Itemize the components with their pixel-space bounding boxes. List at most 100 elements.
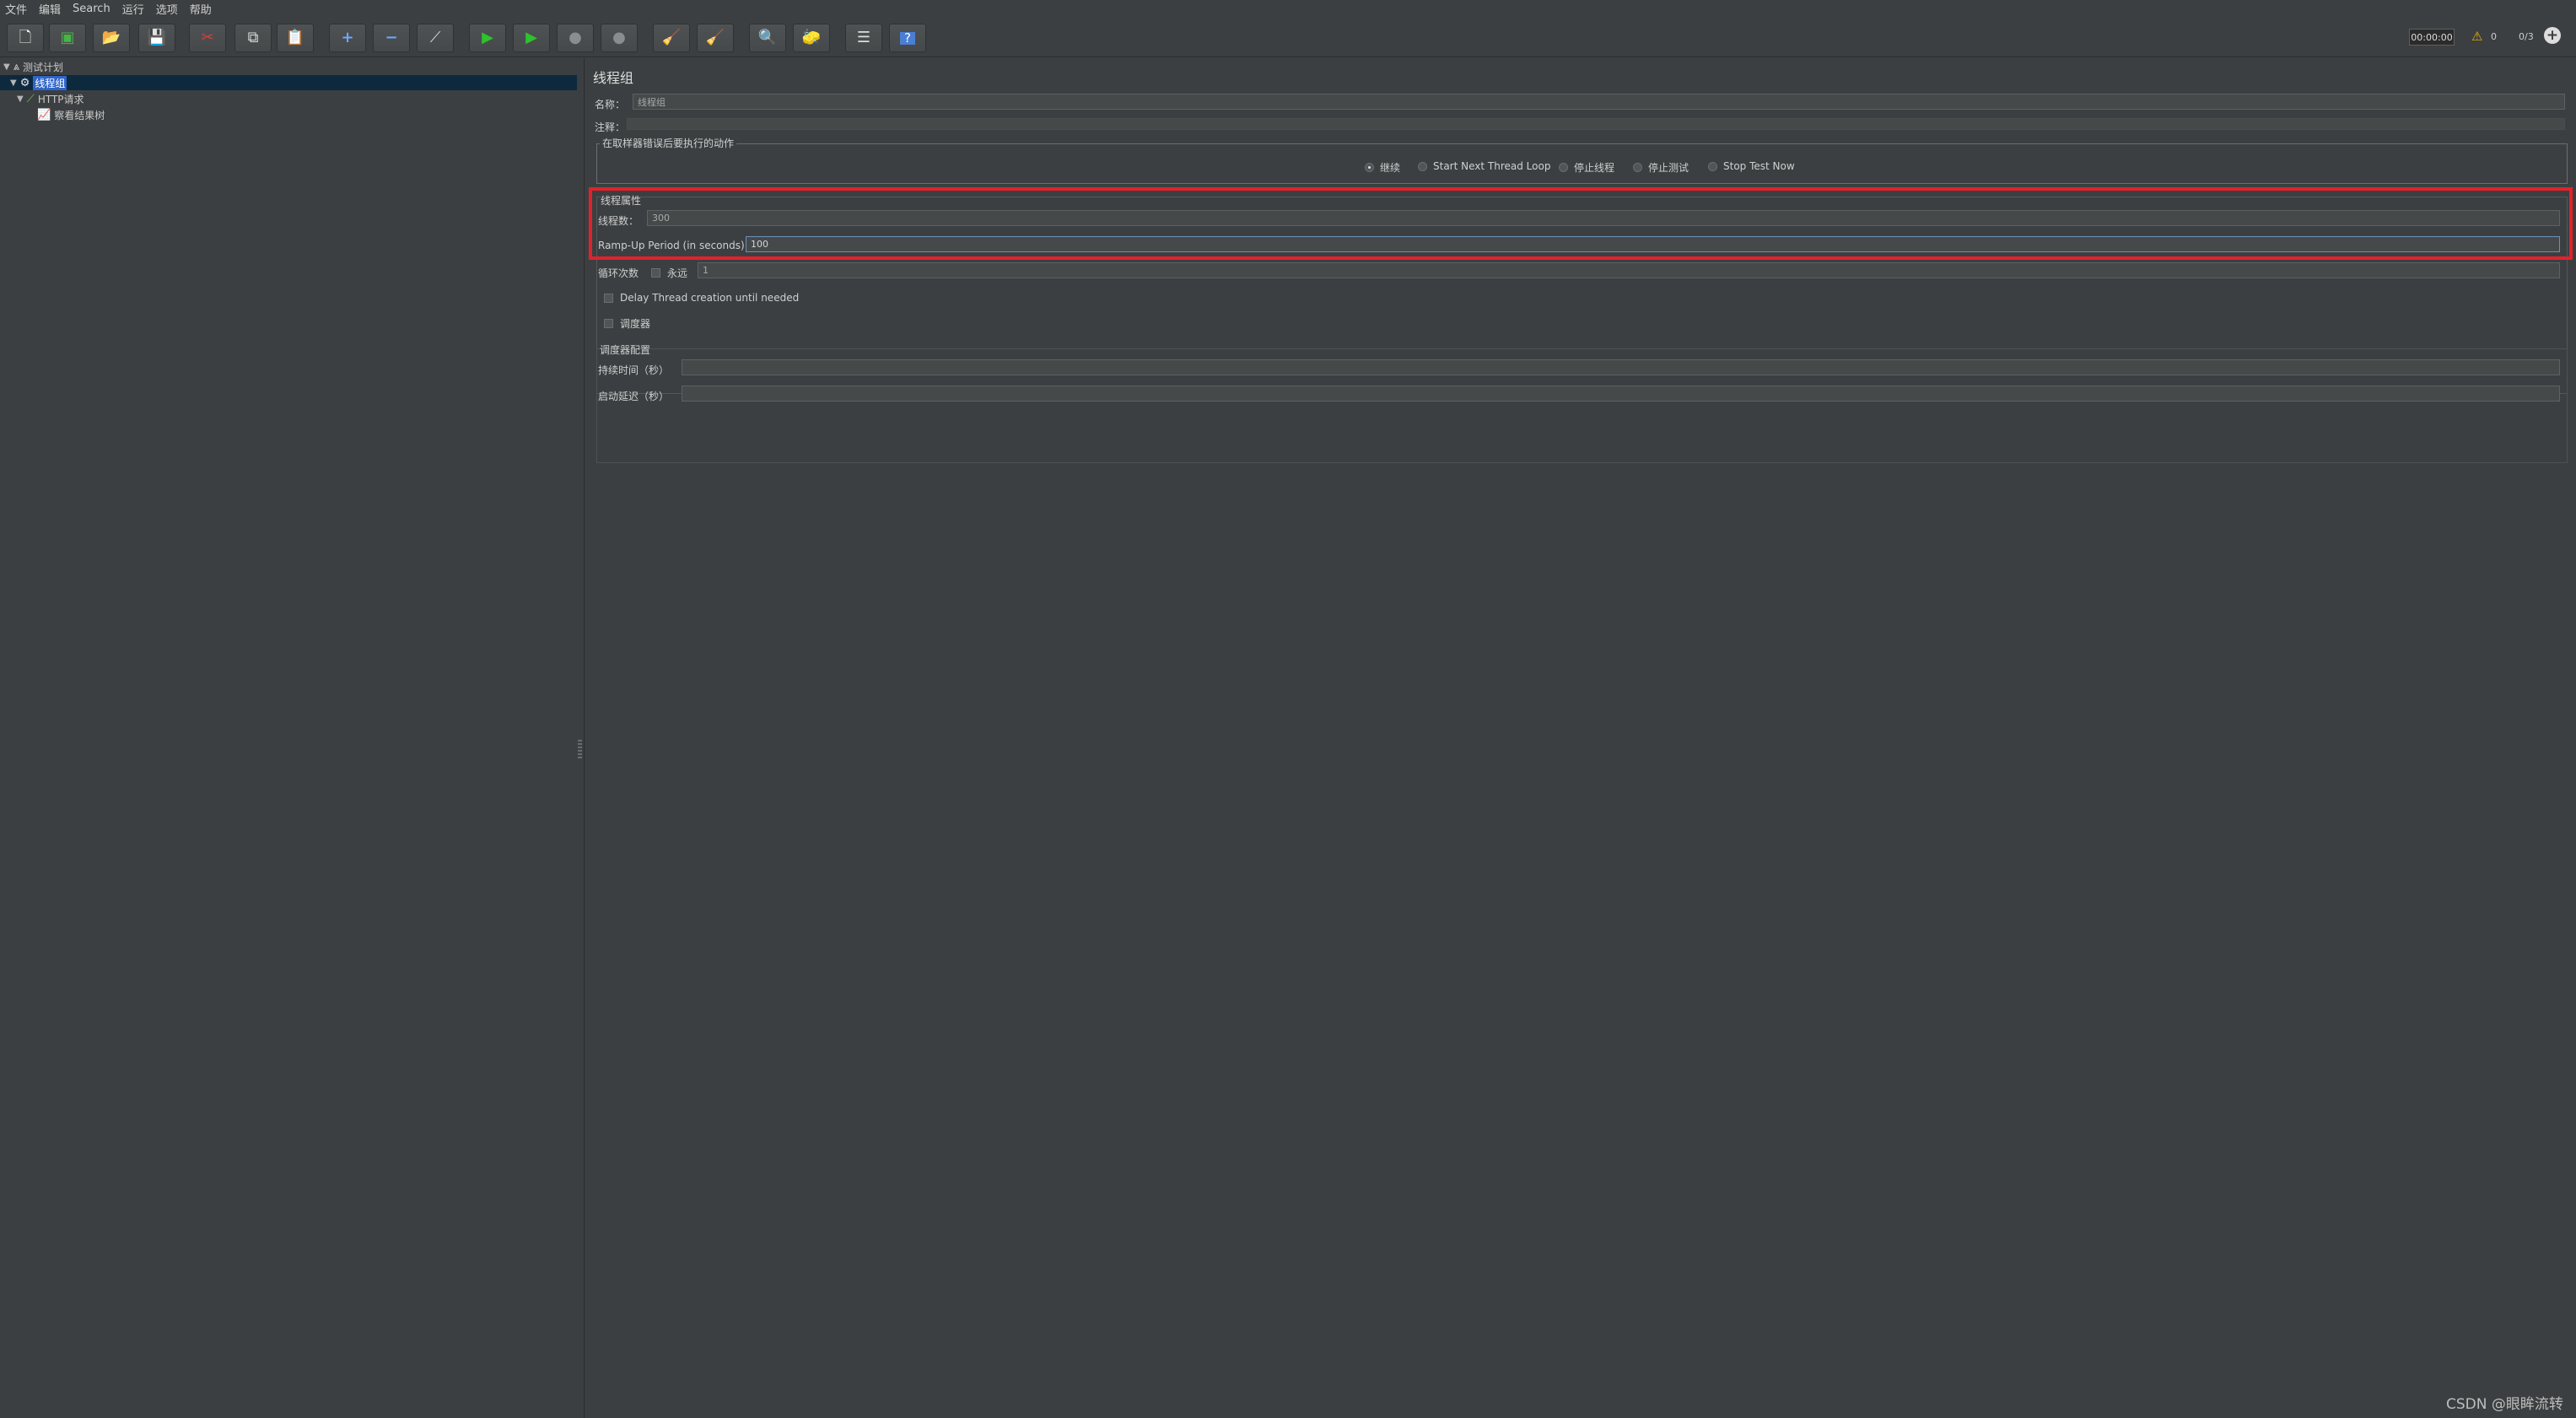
startup-delay-field[interactable] — [682, 386, 2560, 402]
rampup-label: Ramp-Up Period (in seconds): — [598, 240, 748, 251]
checkbox-box — [604, 293, 613, 303]
radio-label: Start Next Thread Loop — [1433, 160, 1551, 172]
expand-icon: + — [341, 29, 354, 46]
clear-all-button[interactable]: 🧹 — [697, 24, 734, 52]
delay-thread-creation-checkbox[interactable]: Delay Thread creation until needed — [604, 292, 799, 304]
tree-node-label: 线程组 — [33, 75, 67, 90]
tree-node-test-plan[interactable]: ▼ ⩓ 测试计划 — [3, 59, 63, 74]
duration-label: 持续时间（秒） — [598, 364, 670, 376]
action-continue-radio[interactable]: 继续 — [1365, 160, 1400, 175]
function-helper-button[interactable]: ☰ — [845, 24, 882, 52]
stop-button[interactable]: ● — [557, 24, 594, 52]
copy-button[interactable]: ⧉ — [234, 24, 272, 52]
test-plan-tree: ▼ ⩓ 测试计划 ▼ ⚙ 线程组 ▼ ⟋ HTTP请求 📈 察看结果树 — [0, 58, 578, 1418]
open-icon: 📂 — [101, 29, 121, 46]
function-helper-icon: ☰ — [856, 29, 871, 46]
tree-node-thread-group[interactable]: ▼ ⚙ 线程组 — [10, 75, 67, 90]
duration-field[interactable] — [682, 359, 2560, 375]
expand-all-button[interactable]: + — [329, 24, 366, 52]
collapse-icon: − — [385, 29, 398, 46]
reset-search-button[interactable]: 🧽 — [793, 24, 830, 52]
menu-search[interactable]: Search — [73, 3, 110, 15]
search-button[interactable]: 🔍 — [749, 24, 786, 52]
tree-node-http-request[interactable]: ▼ ⟋ HTTP请求 — [17, 91, 84, 106]
menu-file[interactable]: 文件 — [5, 1, 27, 17]
radio-dot — [1365, 163, 1374, 172]
expand-triangle-icon[interactable]: ▼ — [3, 62, 10, 72]
thread-group-panel: 线程组 名称： 线程组 注释： 在取样器错误后要执行的动作 继续 Start N… — [585, 58, 2576, 1418]
templates-button[interactable]: ▣ — [49, 24, 86, 52]
toggle-button[interactable]: ⟋ — [417, 24, 454, 52]
save-icon: 💾 — [147, 29, 167, 46]
comment-field[interactable] — [627, 118, 2565, 130]
radio-label: Stop Test Now — [1723, 160, 1795, 172]
menu-edit[interactable]: 编辑 — [39, 1, 61, 17]
warning-count: 0 — [2491, 31, 2497, 42]
collapse-all-button[interactable]: − — [373, 24, 410, 52]
threads-count-field[interactable]: 300 — [647, 210, 2560, 226]
split-pane-divider[interactable] — [577, 58, 585, 1418]
tree-node-view-results-tree[interactable]: 📈 察看结果树 — [37, 107, 105, 122]
scheduler-config-title: 调度器配置 — [600, 344, 651, 356]
paste-button[interactable]: 📋 — [277, 24, 314, 52]
remote-globe-icon[interactable]: + — [2544, 27, 2561, 44]
open-button[interactable]: 📂 — [93, 24, 130, 52]
watermark: CSDN @眼眸流转 — [2446, 1396, 2563, 1413]
rampup-period-field[interactable]: 100 — [746, 236, 2560, 252]
toggle-icon: ⟋ — [429, 29, 441, 46]
reset-search-icon: 🧽 — [801, 29, 822, 46]
expand-triangle-icon[interactable]: ▼ — [10, 78, 17, 88]
scheduler-checkbox[interactable]: 调度器 — [604, 316, 650, 331]
startup-delay-label: 启动延迟（秒） — [598, 391, 670, 402]
action-stop-thread-radio[interactable]: 停止线程 — [1559, 160, 1614, 175]
action-stop-test-radio[interactable]: 停止测试 — [1633, 160, 1689, 175]
action-start-next-loop-radio[interactable]: Start Next Thread Loop — [1418, 160, 1550, 172]
tree-node-label: 测试计划 — [23, 61, 64, 73]
radio-dot — [1633, 163, 1642, 172]
start-button[interactable]: ▶ — [469, 24, 506, 52]
name-field[interactable]: 线程组 — [633, 94, 2565, 110]
checkbox-box — [651, 268, 660, 278]
menu-options[interactable]: 选项 — [156, 1, 178, 17]
clear-button[interactable]: 🧹 — [653, 24, 690, 52]
radio-dot — [1708, 161, 1717, 171]
radio-dot — [1559, 163, 1568, 172]
expand-triangle-icon[interactable]: ▼ — [17, 94, 24, 104]
checkbox-label: 永远 — [667, 267, 688, 279]
loop-count-field[interactable]: 1 — [698, 262, 2560, 278]
selected-row-highlight — [0, 75, 577, 90]
save-button[interactable]: 💾 — [138, 24, 175, 52]
action-stop-test-now-radio[interactable]: Stop Test Now — [1708, 160, 1795, 172]
clear-icon: 🧹 — [661, 29, 682, 46]
start-no-pause-button[interactable]: ▶ — [513, 24, 550, 52]
radio-label: 停止线程 — [1574, 162, 1615, 174]
pipette-icon: ⟋ — [26, 92, 35, 105]
active-threads: 0/3 — [2519, 31, 2534, 42]
menu-run[interactable]: 运行 — [122, 1, 144, 17]
cut-button[interactable]: ✂ — [189, 24, 226, 52]
radio-label: 继续 — [1380, 162, 1401, 174]
chart-icon: 📈 — [37, 108, 51, 121]
start-no-pause-icon: ▶ — [525, 29, 537, 46]
paste-icon: 📋 — [285, 29, 305, 46]
page-title: 线程组 — [593, 70, 634, 86]
help-button[interactable]: ? — [889, 24, 926, 52]
menu-bar: 文件 编辑 Search 运行 选项 帮助 — [0, 0, 2576, 17]
help-icon: ? — [900, 31, 915, 45]
shutdown-icon: ● — [612, 29, 626, 46]
new-button[interactable]: 🗋 — [7, 24, 44, 52]
menu-help[interactable]: 帮助 — [190, 1, 212, 17]
warning-icon[interactable]: ⚠ — [2471, 29, 2482, 44]
divider-grip[interactable] — [578, 740, 582, 760]
forever-checkbox[interactable]: 永远 — [651, 266, 687, 280]
tree-node-label: 察看结果树 — [54, 109, 105, 121]
comment-label: 注释： — [595, 121, 626, 133]
cut-icon: ✂ — [201, 29, 214, 46]
shutdown-button[interactable]: ● — [601, 24, 638, 52]
radio-dot — [1418, 161, 1427, 171]
checkbox-label: 调度器 — [620, 318, 651, 330]
name-label: 名称： — [595, 99, 626, 111]
templates-icon: ▣ — [60, 29, 75, 46]
new-icon: 🗋 — [19, 29, 32, 46]
clear-all-icon: 🧹 — [705, 29, 725, 46]
